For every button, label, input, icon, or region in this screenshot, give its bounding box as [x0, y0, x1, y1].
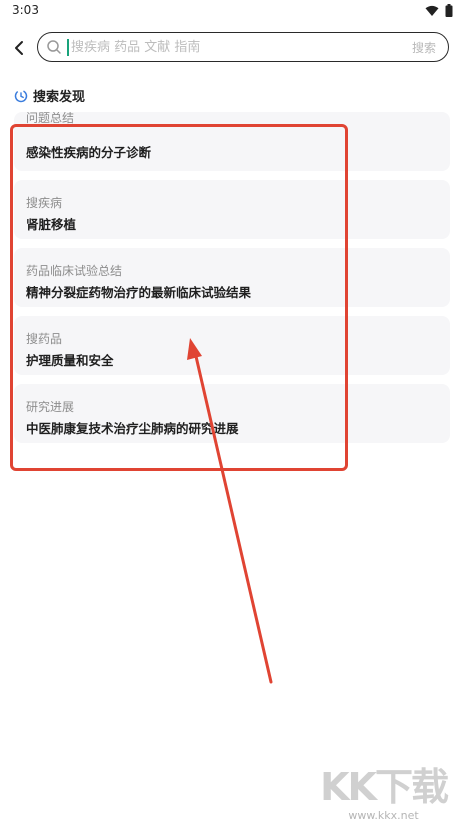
item-category: 药品临床试验总结	[26, 264, 123, 278]
discover-header: 搜索发现	[14, 86, 85, 105]
status-time: 3:03	[12, 3, 39, 17]
item-category: 问题总结	[26, 112, 75, 125]
search-row: 搜索	[0, 32, 465, 64]
list-item[interactable]: 问题总结 感染性疾病的分子诊断	[14, 112, 450, 171]
item-title: 护理质量和安全	[26, 353, 114, 368]
search-input[interactable]	[71, 36, 371, 58]
discover-list: 问题总结 感染性疾病的分子诊断 搜疾病 肾脏移植 药品临床试验总结 精神分裂症药…	[14, 112, 450, 452]
list-item[interactable]: 搜药品 护理质量和安全	[14, 316, 450, 375]
search-icon	[47, 40, 61, 54]
back-button[interactable]	[8, 35, 30, 61]
battery-icon	[445, 4, 453, 17]
item-category: 研究进展	[26, 400, 75, 414]
status-bar: 3:03	[0, 0, 465, 22]
list-item[interactable]: 研究进展 中医肺康复技术治疗尘肺病的研究进展	[14, 384, 450, 443]
item-title: 肾脏移植	[26, 217, 77, 232]
list-item[interactable]: 搜疾病 肾脏移植	[14, 180, 450, 239]
search-submit-button[interactable]: 搜索	[412, 39, 436, 56]
item-title: 中医肺康复技术治疗尘肺病的研究进展	[26, 421, 239, 436]
search-box[interactable]: 搜索	[37, 32, 449, 62]
item-category: 搜疾病	[26, 196, 63, 210]
watermark-url: www.kkx.net	[348, 809, 419, 822]
status-icons	[425, 4, 453, 17]
item-category: 搜药品	[26, 332, 63, 346]
clock-icon	[14, 89, 28, 102]
item-title: 感染性疾病的分子诊断	[26, 145, 152, 160]
watermark: KK下载 www.kkx.net	[320, 765, 449, 822]
discover-title: 搜索发现	[33, 90, 86, 105]
text-cursor	[67, 39, 69, 56]
wifi-icon	[425, 5, 439, 16]
chevron-left-icon	[15, 41, 23, 55]
list-item[interactable]: 药品临床试验总结 精神分裂症药物治疗的最新临床试验结果	[14, 248, 450, 307]
watermark-logo: KK下载	[320, 765, 449, 809]
item-title: 精神分裂症药物治疗的最新临床试验结果	[26, 285, 252, 300]
